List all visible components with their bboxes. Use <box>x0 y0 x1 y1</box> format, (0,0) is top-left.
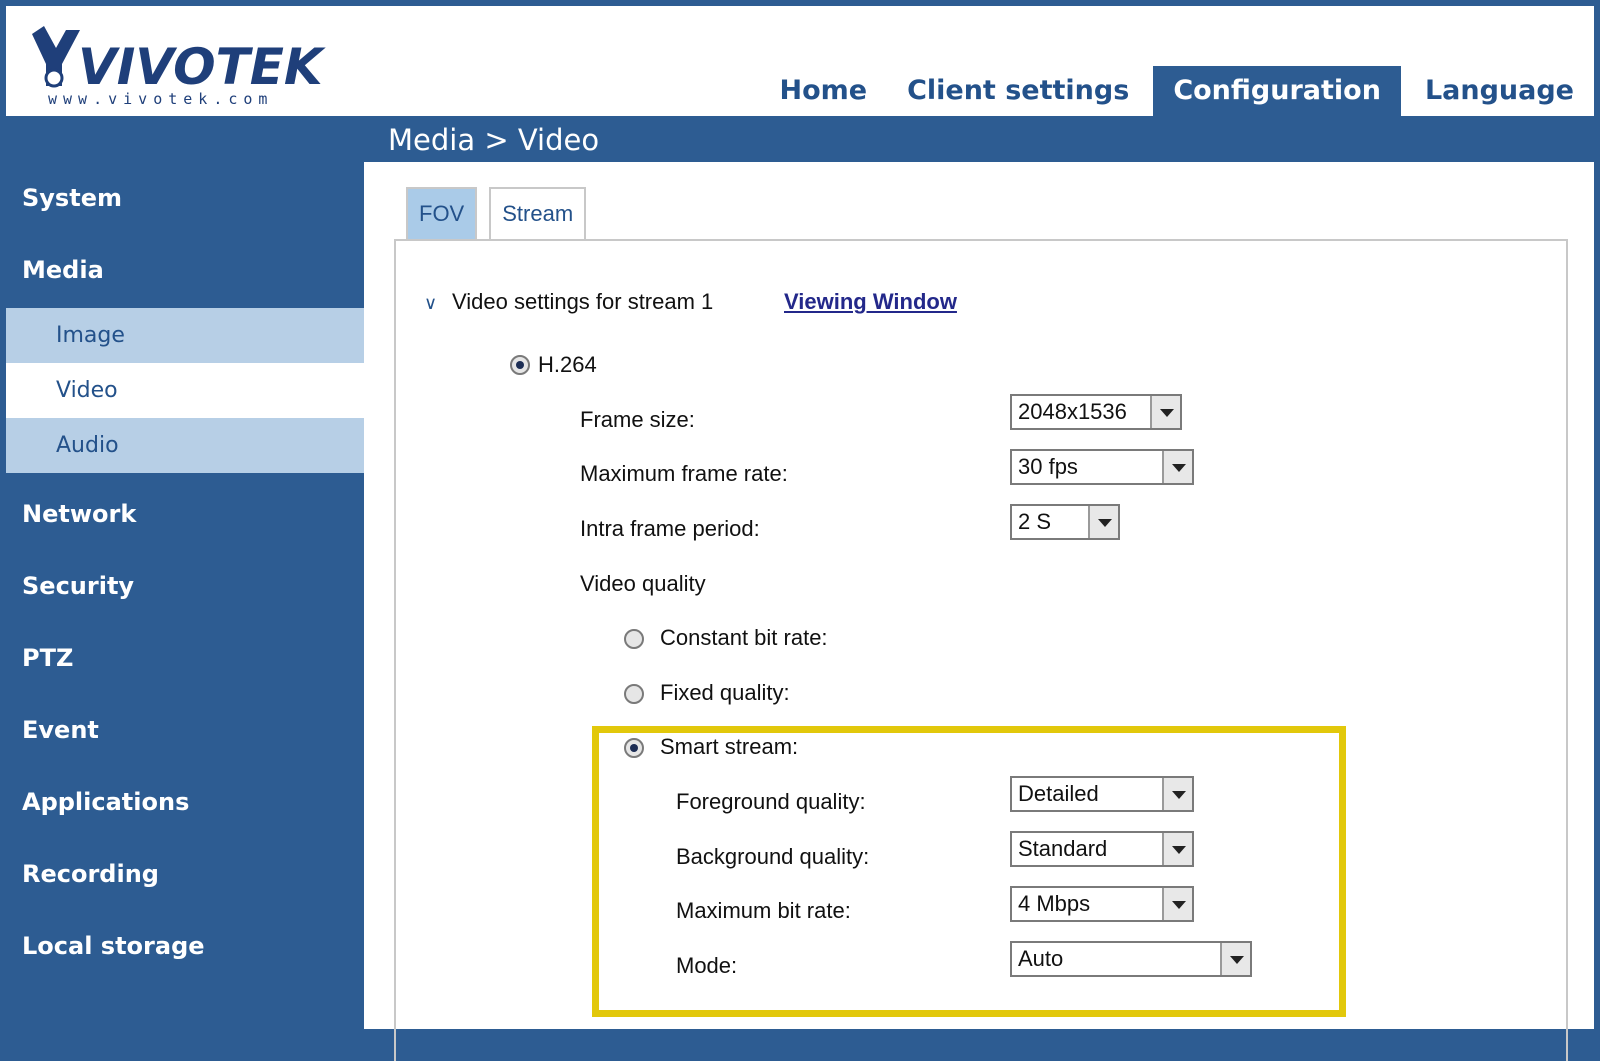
dropdown-arrow-icon <box>1088 506 1118 538</box>
svg-text:www.vivotek.com: www.vivotek.com <box>48 90 273 108</box>
nav-client-settings[interactable]: Client settings <box>887 66 1149 116</box>
fixed-quality-label: Fixed quality: <box>660 680 790 705</box>
main-nav: Home Client settings Configuration Langu… <box>759 66 1594 116</box>
sidebar-sub-image[interactable]: Image <box>6 308 364 363</box>
sidebar: System Media Image Video Audio Network S… <box>6 162 364 1029</box>
cbr-label: Constant bit rate: <box>660 625 828 650</box>
dropdown-arrow-icon <box>1150 396 1180 428</box>
fixed-quality-radio[interactable] <box>624 684 644 704</box>
max-frame-rate-label: Maximum frame rate: <box>580 461 788 486</box>
svg-text:VIVOTEK: VIVOTEK <box>78 38 326 96</box>
sidebar-item-local-storage[interactable]: Local storage <box>6 910 364 982</box>
stream-heading: Video settings for stream 1 <box>452 289 714 314</box>
viewing-window-link[interactable]: Viewing Window <box>784 289 957 315</box>
sidebar-item-security[interactable]: Security <box>6 550 364 622</box>
intra-frame-select[interactable]: 2 S <box>1010 504 1120 540</box>
header: VIVOTEK www.vivotek.com Home Client sett… <box>6 6 1594 116</box>
sidebar-sub-video[interactable]: Video <box>6 363 364 418</box>
smart-stream-highlight-box <box>592 726 1346 1017</box>
sidebar-item-recording[interactable]: Recording <box>6 838 364 910</box>
frame-size-select[interactable]: 2048x1536 <box>1010 394 1182 430</box>
breadcrumb: Media > Video <box>388 123 600 157</box>
tab-fov[interactable]: FOV <box>406 187 478 239</box>
tab-stream[interactable]: Stream <box>489 187 587 239</box>
dropdown-arrow-icon <box>1162 451 1192 483</box>
h264-radio[interactable] <box>510 355 530 375</box>
sidebar-sub-audio[interactable]: Audio <box>6 418 364 473</box>
video-quality-label: Video quality <box>580 571 706 596</box>
codec-label: H.264 <box>538 352 597 377</box>
nav-language[interactable]: Language <box>1405 66 1594 116</box>
cbr-radio[interactable] <box>624 629 644 649</box>
sidebar-item-media[interactable]: Media <box>6 234 364 306</box>
sidebar-item-system[interactable]: System <box>6 162 364 234</box>
sidebar-item-applications[interactable]: Applications <box>6 766 364 838</box>
sidebar-item-network[interactable]: Network <box>6 478 364 550</box>
nav-configuration[interactable]: Configuration <box>1153 66 1401 116</box>
stream-tabs: FOV Stream <box>406 187 598 239</box>
nav-home[interactable]: Home <box>759 66 887 116</box>
vivotek-logo: VIVOTEK www.vivotek.com <box>26 20 326 110</box>
max-frame-rate-select[interactable]: 30 fps <box>1010 449 1194 485</box>
sidebar-item-event[interactable]: Event <box>6 694 364 766</box>
intra-frame-label: Intra frame period: <box>580 516 760 541</box>
frame-size-label: Frame size: <box>580 407 695 432</box>
collapse-chevron-icon[interactable]: ∨ <box>424 293 437 314</box>
sidebar-item-ptz[interactable]: PTZ <box>6 622 364 694</box>
